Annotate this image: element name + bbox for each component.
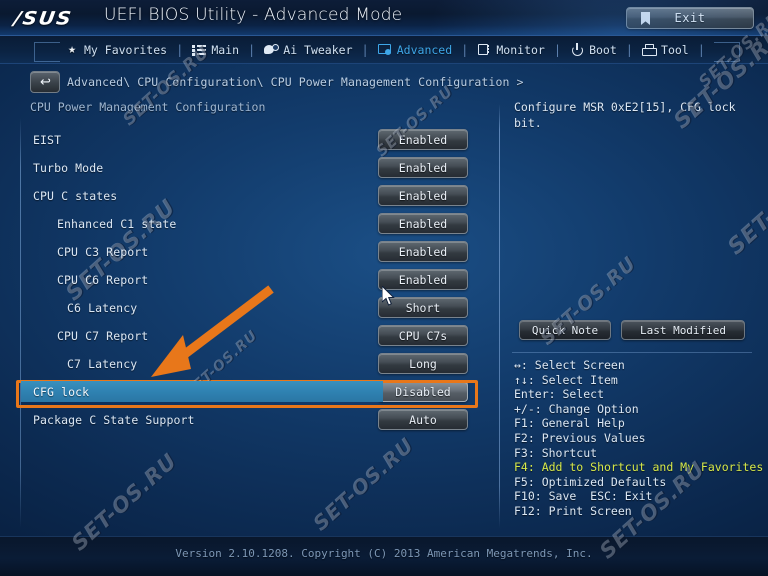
nav-tab-label: Ai Tweaker <box>283 42 353 57</box>
setting-row[interactable]: CFG lock Disabled <box>21 378 481 406</box>
bios-screen: /SUS UEFI BIOS Utility - Advanced Mode E… <box>0 0 768 576</box>
nav-tab-label: Advanced <box>396 42 453 57</box>
setting-row[interactable]: CPU C states Enabled <box>21 182 481 210</box>
setting-label: CPU C6 Report <box>57 273 149 287</box>
quick-note-button[interactable]: Quick Note <box>519 320 611 340</box>
setting-row[interactable]: EIST Enabled <box>21 126 481 154</box>
setting-row[interactable]: Package C State Support Auto <box>21 406 481 434</box>
nav-separator: | <box>461 42 469 57</box>
setting-label: CPU C states <box>33 189 118 203</box>
section-title: CPU Power Management Configuration <box>30 100 266 114</box>
advanced-chip-icon <box>377 43 392 56</box>
setting-label: Turbo Mode <box>33 161 104 175</box>
setting-row[interactable]: CPU C6 Report Enabled <box>21 266 481 294</box>
shortcut-line: F10: Save ESC: Exit <box>514 489 653 504</box>
version-text: Version 2.10.1208. Copyright (C) 2013 Am… <box>175 547 593 560</box>
nav-frame-left <box>34 42 60 62</box>
nav-separator: | <box>625 42 634 57</box>
setting-label: C6 Latency <box>67 301 138 315</box>
shortcut-line: ↔: Select Screen <box>514 358 625 372</box>
exit-button-label: Exit <box>674 11 706 25</box>
setting-value-button[interactable]: Enabled <box>378 129 468 150</box>
shortcut-line: F12: Print Screen <box>514 503 632 518</box>
power-icon <box>570 43 584 56</box>
setting-value-button[interactable]: Short <box>378 297 468 318</box>
help-description: Configure MSR 0xE2[15], CFG lock bit. <box>514 100 736 130</box>
setting-value-button[interactable]: Auto <box>378 409 468 430</box>
nav-separator: | <box>553 42 562 57</box>
asus-logo: /SUS <box>12 6 74 30</box>
setting-label: CFG lock <box>33 385 90 399</box>
page-title: UEFI BIOS Utility - Advanced Mode <box>104 5 403 25</box>
breadcrumb: Advanced\ CPU Configuration\ CPU Power M… <box>67 75 524 89</box>
shortcut-line: F4: Add to Shortcut and My Favorites <box>514 460 764 475</box>
keyboard-shortcut-legend: ↔: Select Screen ↑↓: Select Item Enter: Se… <box>514 358 764 519</box>
footer-bar: Version 2.10.1208. Copyright (C) 2013 Am… <box>0 536 768 576</box>
nav-items: ★ My Favorites | Main | Ai Tweaker | Advanced | M… <box>0 37 705 63</box>
setting-label: Enhanced C1 state <box>57 217 177 231</box>
exit-button[interactable]: Exit <box>626 7 754 29</box>
nav-separator: | <box>361 42 369 57</box>
exit-door-icon <box>641 12 650 25</box>
setting-label: EIST <box>33 133 62 147</box>
setting-value-button[interactable]: Long <box>378 353 468 374</box>
shortcut-line: F1: General Help <box>514 416 625 431</box>
nav-tab-my-favorites[interactable]: ★ My Favorites <box>56 37 176 63</box>
setting-label: C7 Latency <box>67 357 138 371</box>
shortcut-line: F2: Previous Values <box>514 430 646 445</box>
nav-separator: | <box>697 42 705 57</box>
star-icon: ★ <box>68 42 76 57</box>
nav-separator: | <box>248 42 256 57</box>
setting-value-button[interactable]: CPU C7s <box>378 325 468 346</box>
setting-row[interactable]: CPU C3 Report Enabled <box>21 238 481 266</box>
back-button[interactable]: ↩ <box>30 71 60 93</box>
monitor-icon <box>477 43 491 56</box>
list-icon <box>192 43 207 56</box>
setting-row[interactable]: C6 Latency Short <box>21 294 481 322</box>
shortcut-line: ↑↓: Select Item <box>514 372 618 387</box>
toolbox-icon <box>642 43 658 56</box>
setting-value-button[interactable]: Enabled <box>378 269 468 290</box>
shortcut-line: Enter: Select <box>514 387 605 402</box>
nav-tab-label: Monitor <box>496 42 545 57</box>
nav-tab-label: My Favorites <box>84 42 168 57</box>
setting-value-button[interactable]: Enabled <box>378 185 468 206</box>
nav-tab-label: Tool <box>661 42 689 57</box>
shortcut-line: +/-: Change Option <box>514 401 639 416</box>
shortcut-line: F5: Optimized Defaults <box>514 474 667 489</box>
back-arrow-icon: ↩ <box>40 75 51 90</box>
setting-row[interactable]: CPU C7 Report CPU C7s <box>21 322 481 350</box>
setting-label: Package C State Support <box>33 413 195 427</box>
watermark: SET-OS.RU <box>723 148 768 261</box>
setting-row[interactable]: C7 Latency Long <box>21 350 481 378</box>
last-modified-button[interactable]: Last Modified <box>621 320 745 340</box>
nav-tab-label: Main <box>211 42 240 57</box>
setting-value-button[interactable]: Disabled <box>378 381 468 402</box>
nav-tab-ai-tweaker[interactable]: Ai Tweaker <box>255 37 361 63</box>
setting-label: CPU C3 Report <box>57 245 149 259</box>
settings-list: EIST Enabled Turbo Mode Enabled CPU C states… <box>21 126 481 434</box>
nav-tab-label: Boot <box>589 42 617 57</box>
watermark: SET-OS.RU <box>308 432 419 536</box>
nav-tab-monitor[interactable]: Monitor <box>468 37 553 63</box>
nav-separator: | <box>176 42 184 57</box>
setting-label: CPU C7 Report <box>57 329 149 343</box>
shortcut-line: F3: Shortcut <box>514 445 598 460</box>
help-divider <box>512 352 752 353</box>
nav-tab-boot[interactable]: Boot <box>561 37 626 63</box>
setting-value-button[interactable]: Enabled <box>378 213 468 234</box>
nav-tab-tool[interactable]: Tool <box>633 37 698 63</box>
tweaker-icon <box>264 43 280 56</box>
main-nav-bar: ★ My Favorites | Main | Ai Tweaker | Advanced | M… <box>0 36 768 64</box>
setting-value-button[interactable]: Enabled <box>378 241 468 262</box>
setting-value-button[interactable]: Enabled <box>378 157 468 178</box>
setting-row[interactable]: Turbo Mode Enabled <box>21 154 481 182</box>
panel-divider <box>499 104 500 528</box>
nav-frame-right <box>714 42 740 62</box>
nav-tab-advanced[interactable]: Advanced <box>369 37 461 63</box>
setting-row[interactable]: Enhanced C1 state Enabled <box>21 210 481 238</box>
title-bar: /SUS UEFI BIOS Utility - Advanced Mode E… <box>0 0 768 36</box>
nav-tab-main[interactable]: Main <box>183 37 248 63</box>
